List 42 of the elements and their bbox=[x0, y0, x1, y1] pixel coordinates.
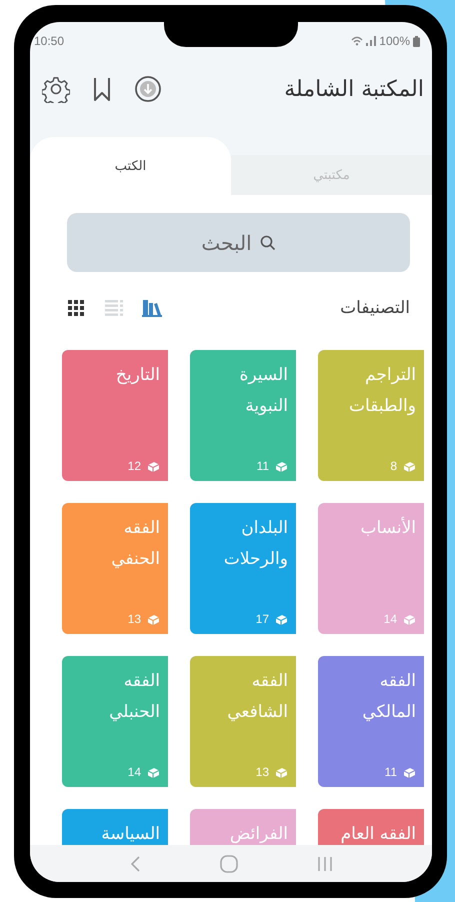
search-icon bbox=[260, 234, 276, 250]
book-count: 8 bbox=[390, 459, 397, 473]
book-count: 11 bbox=[256, 459, 269, 473]
category-title: السيرة النبوية bbox=[238, 364, 288, 418]
signal-icon bbox=[366, 36, 376, 46]
settings-icon[interactable] bbox=[42, 75, 70, 103]
back-icon[interactable] bbox=[129, 856, 142, 872]
wifi-icon bbox=[351, 36, 364, 46]
tab[interactable]: الكتب bbox=[30, 137, 231, 195]
category-title: الفقه الحنفي bbox=[110, 517, 160, 571]
status-time: 10:50 bbox=[34, 34, 64, 48]
search-field[interactable]: البحث bbox=[67, 213, 410, 272]
category-title: التراجم والطبقات bbox=[348, 364, 416, 418]
bookmark-icon[interactable] bbox=[92, 76, 112, 102]
category-title: الفقه الشافعي bbox=[226, 670, 288, 724]
book-count: 17 bbox=[256, 612, 269, 626]
battery-icon bbox=[413, 36, 420, 46]
book-count: 13 bbox=[256, 765, 269, 779]
recents-icon[interactable] bbox=[316, 856, 333, 872]
category-title: الفرائض bbox=[228, 823, 288, 845]
download-icon[interactable] bbox=[134, 75, 162, 103]
battery-level: 100% bbox=[379, 34, 410, 48]
book-count: 12 bbox=[128, 459, 141, 473]
grid-view-icon[interactable] bbox=[66, 298, 86, 318]
category-title: الفقه العام bbox=[340, 823, 416, 845]
category-tile[interactable]: السياسة bbox=[62, 809, 168, 845]
app-title: المكتبة الشاملة bbox=[284, 76, 424, 102]
book-count: 13 bbox=[128, 612, 141, 626]
category-title: التاريخ bbox=[114, 364, 160, 387]
category-title: البلدان والرحلات bbox=[222, 517, 288, 571]
shelf-view-icon[interactable] bbox=[142, 298, 162, 318]
category-tile[interactable]: الفرائض bbox=[190, 809, 296, 845]
category-title: السياسة bbox=[100, 823, 160, 845]
category-title: الفقه المالكي bbox=[361, 670, 416, 724]
section-title: التصنيفات bbox=[340, 298, 410, 318]
home-icon[interactable] bbox=[220, 854, 238, 872]
category-title: الأنساب bbox=[360, 516, 416, 540]
category-title: الفقه الحنبلي bbox=[108, 670, 160, 724]
category-tile[interactable]: الفقه العام bbox=[318, 809, 424, 845]
book-count: 14 bbox=[384, 612, 397, 626]
book-count: 11 bbox=[384, 765, 397, 779]
book-count: 14 bbox=[128, 765, 141, 779]
